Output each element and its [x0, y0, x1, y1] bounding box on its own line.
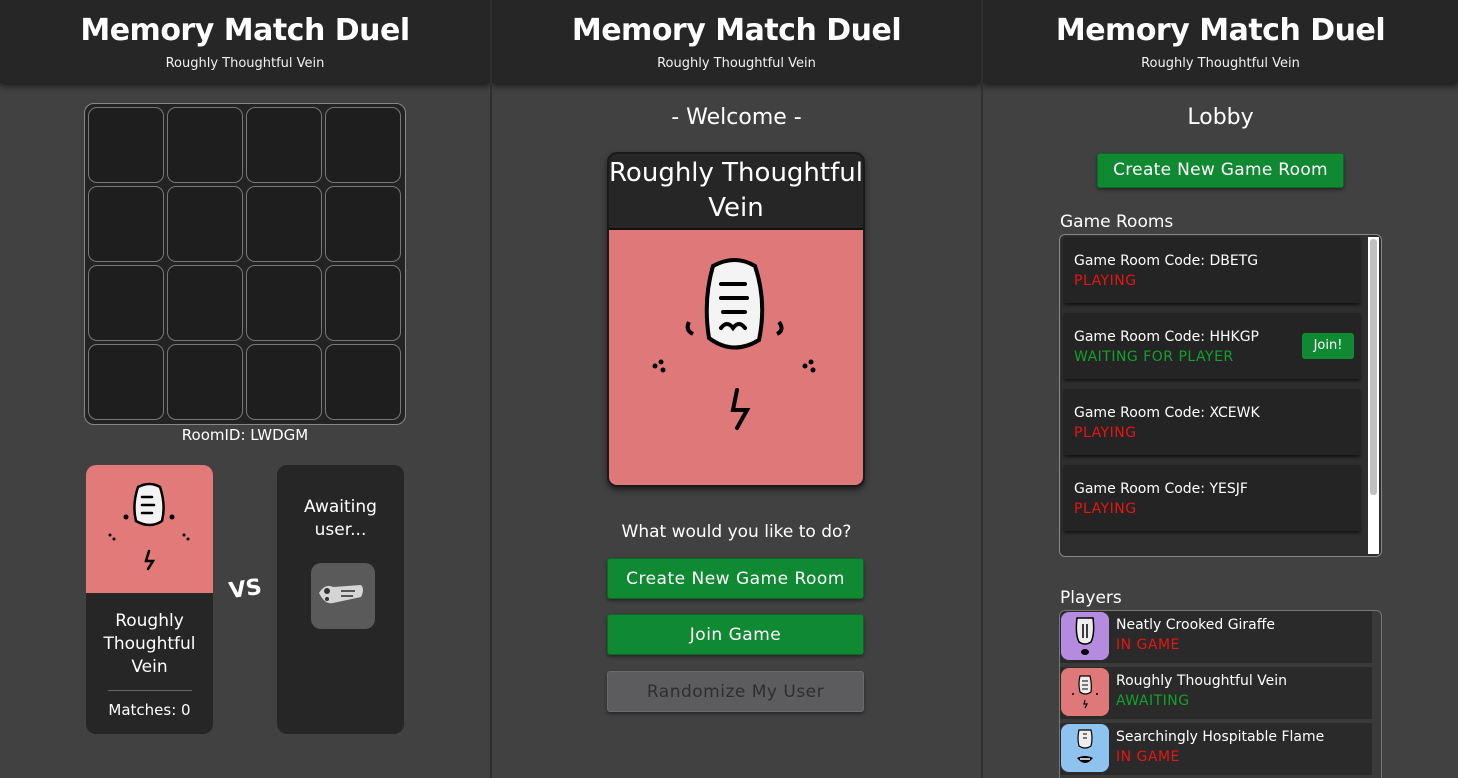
app-title: Memory Match Duel	[1055, 13, 1386, 48]
opponent-card: Awaiting user...	[277, 465, 404, 734]
player-status: IN GAME	[1116, 749, 1180, 765]
player-status: AWAITING	[1116, 693, 1190, 709]
players-list: Neatly Crooked Giraffe IN GAME Roughly T…	[1059, 610, 1382, 778]
players-label: Players	[1060, 588, 1122, 608]
header: Memory Match Duel Roughly Thoughtful Vei…	[0, 0, 490, 83]
pink-face-icon	[609, 228, 863, 485]
room-item[interactable]: Game Room Code: DBETG PLAYING	[1064, 237, 1360, 303]
player-item[interactable]: Roughly Thoughtful Vein AWAITING	[1060, 667, 1373, 719]
pink-face-icon	[86, 465, 213, 593]
vs-label: VS	[227, 574, 264, 605]
room-code: Game Room Code: DBETG	[1074, 253, 1259, 269]
player-item[interactable]: Searchingly Hospitable Flame IN GAME	[1060, 723, 1373, 775]
app-subtitle: Roughly Thoughtful Vein	[165, 56, 325, 71]
lobby-panel: Memory Match Duel Roughly Thoughtful Vei…	[983, 0, 1458, 778]
game-panel: Memory Match Duel Roughly Thoughtful Vei…	[0, 0, 490, 778]
player-status: IN GAME	[1116, 637, 1180, 653]
app-title: Memory Match Duel	[571, 13, 902, 48]
memory-tile[interactable]	[246, 265, 322, 341]
app-title: Memory Match Duel	[80, 13, 410, 48]
lobby-heading: Lobby	[1187, 105, 1254, 130]
rooms-list: Game Room Code: DBETG PLAYING Game Room …	[1059, 234, 1382, 557]
player-name: Roughly Thoughtful Vein	[103, 611, 196, 677]
player-item[interactable]: Neatly Crooked Giraffe IN GAME	[1060, 611, 1373, 663]
memory-tile[interactable]	[325, 107, 401, 183]
memory-tile[interactable]	[325, 186, 401, 262]
rooms-label: Game Rooms	[1060, 212, 1174, 232]
welcome-panel: Memory Match Duel Roughly Thoughtful Vei…	[492, 0, 981, 778]
purple-face-icon	[1061, 612, 1109, 660]
join-game-button[interactable]: Join Game	[607, 614, 864, 655]
memory-tile[interactable]	[325, 265, 401, 341]
memory-tile[interactable]	[246, 186, 322, 262]
app-subtitle: Roughly Thoughtful Vein	[657, 56, 816, 71]
awaiting-text: Awaiting user...	[304, 497, 377, 540]
memory-tile[interactable]	[167, 107, 243, 183]
player-name: Searchingly Hospitable Flame	[1116, 729, 1325, 745]
question-text: What would you like to do?	[621, 522, 852, 542]
memory-tile[interactable]	[167, 344, 243, 420]
memory-tile[interactable]	[246, 344, 322, 420]
join-room-button[interactable]: Join!	[1302, 333, 1354, 359]
room-id: RoomID: LWDGM	[181, 426, 309, 444]
randomize-user-button[interactable]: Randomize My User	[607, 671, 864, 712]
room-item[interactable]: Game Room Code: YESJF PLAYING	[1064, 465, 1360, 531]
pink-face-icon	[1061, 668, 1109, 716]
create-room-button[interactable]: Create New Game Room	[1097, 153, 1344, 188]
memory-tile[interactable]	[88, 107, 164, 183]
room-status: WAITING FOR PLAYER	[1074, 349, 1234, 365]
welcome-heading: - Welcome -	[671, 105, 802, 130]
header: Memory Match Duel Roughly Thoughtful Vei…	[492, 0, 981, 83]
blue-face-icon	[1061, 724, 1109, 772]
user-card: Roughly Thoughtful Vein	[607, 152, 865, 487]
player-name: Neatly Crooked Giraffe	[1116, 617, 1276, 633]
memory-tile[interactable]	[88, 265, 164, 341]
player-name: Roughly Thoughtful Vein	[1116, 673, 1288, 689]
divider	[107, 690, 192, 691]
header: Memory Match Duel Roughly Thoughtful Vei…	[983, 0, 1458, 83]
room-code: Game Room Code: XCEWK	[1074, 405, 1260, 421]
room-code: Game Room Code: YESJF	[1074, 481, 1248, 497]
robot-placeholder-icon	[311, 563, 375, 629]
memory-tile[interactable]	[167, 186, 243, 262]
memory-tile[interactable]	[167, 265, 243, 341]
create-room-button[interactable]: Create New Game Room	[607, 558, 864, 599]
memory-tile[interactable]	[246, 107, 322, 183]
scrollbar-thumb[interactable]	[1370, 239, 1377, 495]
room-status: PLAYING	[1074, 501, 1137, 517]
player-card: Roughly Thoughtful Vein Matches: 0	[86, 465, 213, 734]
room-item[interactable]: Game Room Code: XCEWK PLAYING	[1064, 389, 1360, 455]
room-status: PLAYING	[1074, 425, 1137, 441]
room-status: PLAYING	[1074, 273, 1137, 289]
rooms-scrollbar[interactable]	[1368, 237, 1379, 554]
room-item[interactable]: Game Room Code: HHKGP WAITING FOR PLAYER…	[1064, 313, 1360, 379]
memory-tile[interactable]	[325, 344, 401, 420]
memory-tile[interactable]	[88, 344, 164, 420]
user-name: Roughly Thoughtful Vein	[609, 158, 863, 223]
memory-tile[interactable]	[88, 186, 164, 262]
matches-count: Matches: 0	[108, 701, 191, 719]
players-scrollbar[interactable]	[1372, 611, 1381, 778]
app-subtitle: Roughly Thoughtful Vein	[1141, 56, 1300, 71]
room-code: Game Room Code: HHKGP	[1074, 329, 1259, 345]
memory-board	[84, 103, 406, 425]
